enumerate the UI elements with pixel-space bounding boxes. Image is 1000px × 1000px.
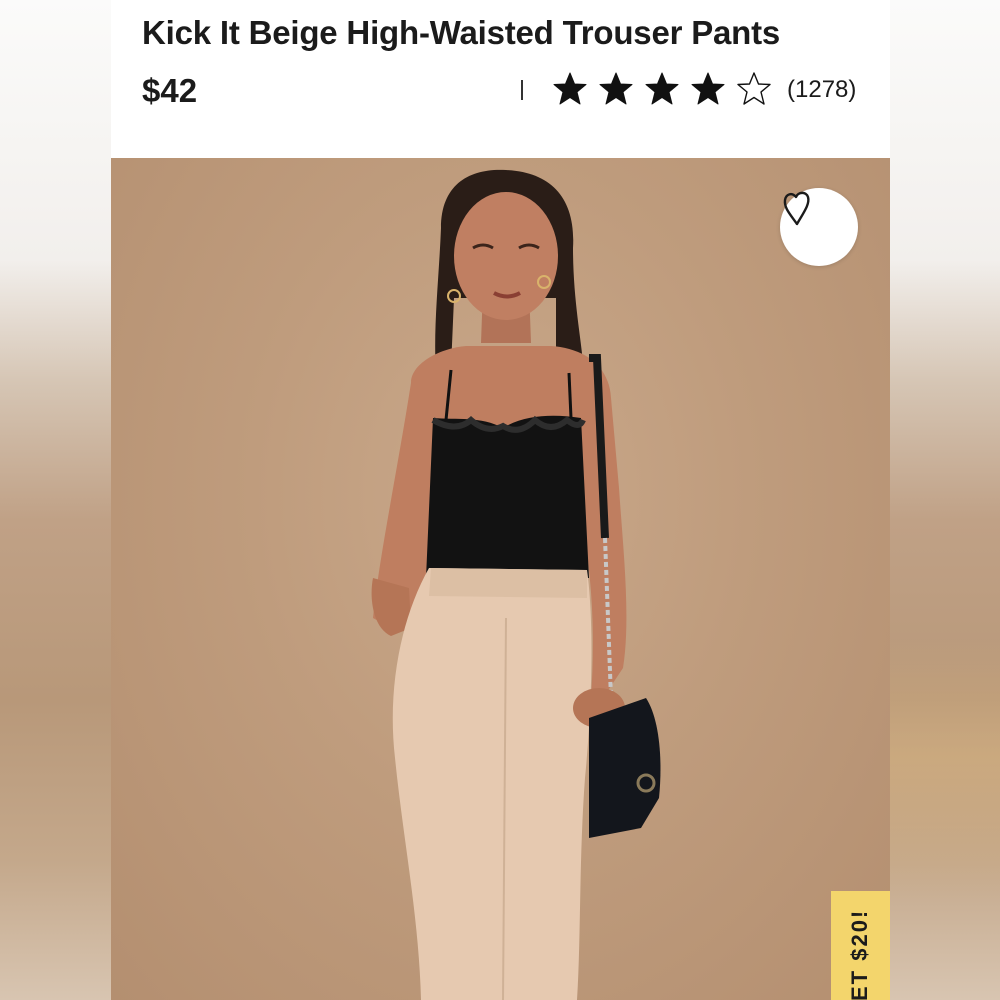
product-price: $42 xyxy=(142,72,198,109)
promo-tab[interactable]: ET $20! xyxy=(831,891,890,1000)
product-photo[interactable]: ET $20! xyxy=(111,158,890,1000)
product-card: Kick It Beige High-Waisted Trouser Pants… xyxy=(111,0,890,1000)
review-count[interactable]: (1278) xyxy=(787,76,856,104)
background-glow xyxy=(890,0,1000,1000)
heart-icon xyxy=(783,191,810,226)
star-filled-icon xyxy=(645,72,679,105)
model-illustration xyxy=(371,169,661,1000)
star-empty-icon xyxy=(737,72,771,105)
star-filled-icon xyxy=(691,72,725,105)
star-rating[interactable] xyxy=(551,70,781,108)
divider xyxy=(521,80,523,100)
star-filled-icon xyxy=(599,72,633,105)
promo-label: ET $20! xyxy=(847,908,872,1000)
product-header: Kick It Beige High-Waisted Trouser Pants… xyxy=(111,0,890,158)
product-title: Kick It Beige High-Waisted Trouser Pants xyxy=(142,14,781,51)
star-filled-icon xyxy=(553,72,587,105)
favorite-button[interactable] xyxy=(780,188,858,266)
